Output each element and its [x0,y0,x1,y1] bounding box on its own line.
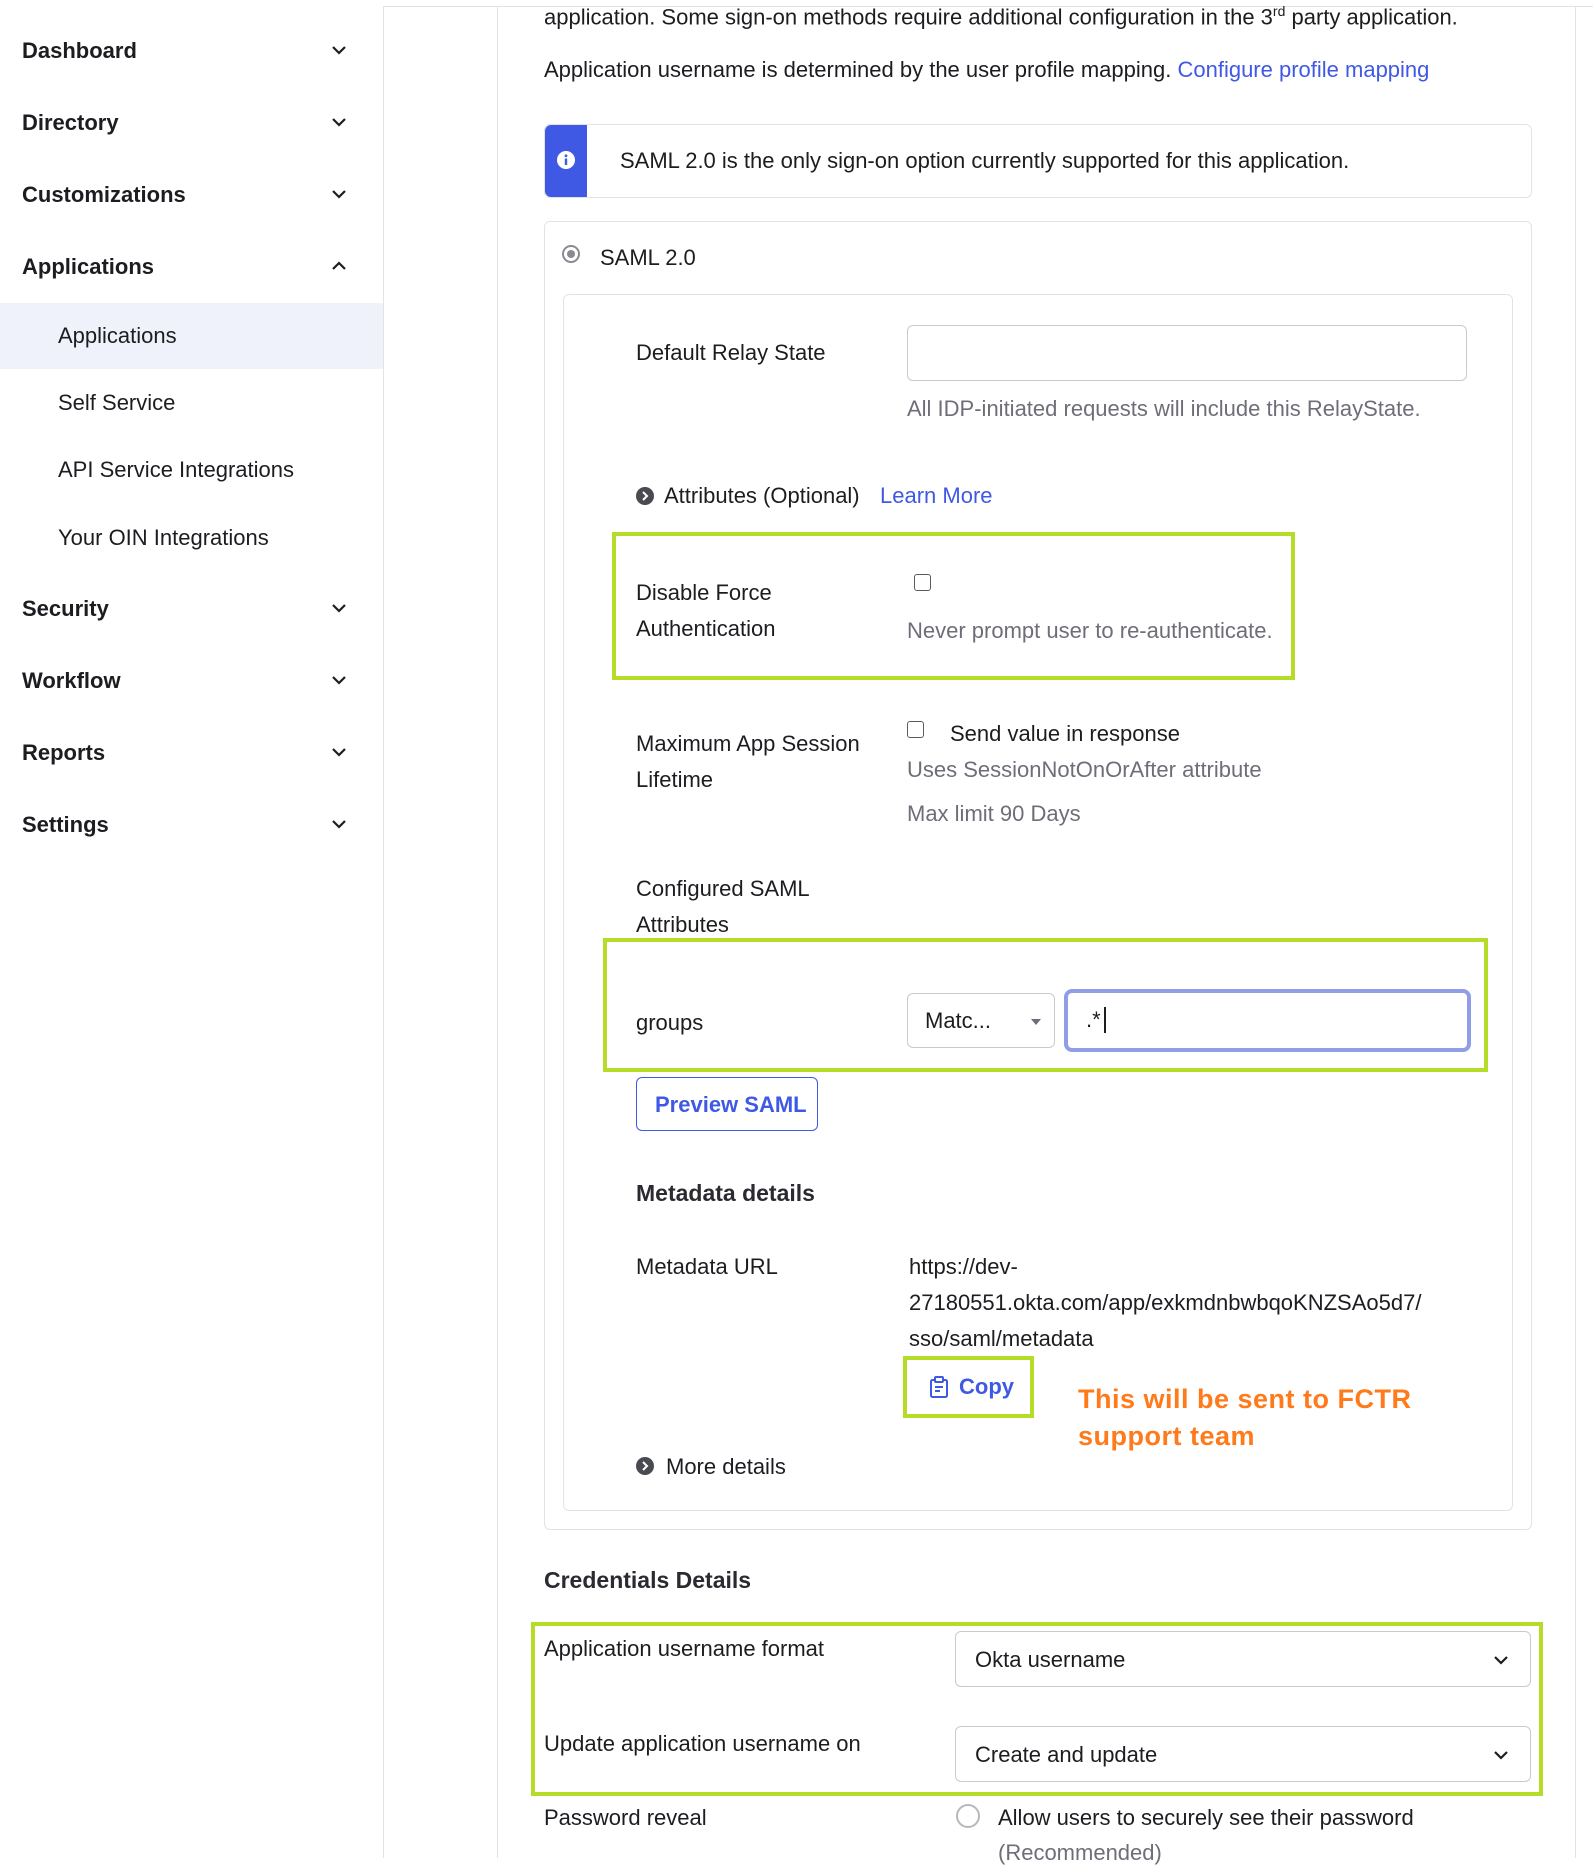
chevron-down-icon [1494,1751,1508,1760]
text-cursor [1104,1007,1106,1033]
info-banner: SAML 2.0 is the only sign-on option curr… [544,124,1532,198]
sidebar-item-dashboard[interactable]: Dashboard [0,22,383,78]
sidebar-item-settings[interactable]: Settings [0,796,383,852]
sidebar-subitem-label: Applications [58,323,177,348]
sidebar-subitem-applications[interactable]: Applications [0,303,383,369]
groups-attribute-label: groups [636,1010,704,1035]
max-limit-text: Max limit 90 Days [907,801,1081,826]
sidebar-item-workflow[interactable]: Workflow [0,652,383,708]
preview-saml-button[interactable]: Preview SAML [636,1077,818,1131]
groups-filter-input[interactable]: .* [1064,989,1471,1052]
info-banner-accent [545,125,587,197]
sidebar-item-label: Dashboard [22,38,137,63]
info-banner-text: SAML 2.0 is the only sign-on option curr… [620,148,1350,173]
sidebar-subitem-label: Self Service [58,390,176,415]
username-format-label: Application username format [544,1636,825,1661]
chevron-down-icon [332,604,346,613]
send-value-label: Send value in response [950,721,1180,746]
annotation-line2: support team [1078,1421,1256,1451]
chevron-down-icon [1494,1656,1508,1665]
info-icon [557,151,575,169]
sidebar: Dashboard Directory Customizations Appli… [0,6,384,1858]
sidebar-item-label: Applications [22,254,155,279]
annotation-line1: This will be sent to FCTR [1078,1384,1412,1414]
update-username-select[interactable]: Create and update [955,1726,1531,1782]
update-username-label: Update application username on [544,1731,861,1756]
chevron-down-icon [332,190,346,199]
groups-filter-select[interactable]: Matc... [907,993,1055,1048]
radio-dot [567,250,575,258]
metadata-url-line3: sso/saml/metadata [909,1326,1094,1351]
profile-mapping-text: Application username is determined by th… [544,57,1430,82]
metadata-url-line2: 27180551.okta.com/app/exkmdnbwbqoKNZSAo5… [909,1290,1422,1315]
username-format-value: Okta username [975,1647,1126,1672]
metadata-details-heading: Metadata details [636,1180,815,1206]
chevron-down-icon [332,676,346,685]
disable-force-label-line2: Authentication [636,616,776,641]
clipboard-icon [930,1376,948,1398]
update-username-value: Create and update [975,1742,1158,1767]
chevron-down-icon [332,118,346,127]
password-reveal-option-line1: Allow users to securely see their passwo… [998,1805,1414,1830]
sidebar-item-label: Workflow [22,668,121,693]
sidebar-item-directory[interactable]: Directory [0,94,383,150]
preview-saml-label: Preview SAML [655,1092,807,1117]
configured-saml-label-line1: Configured SAML [636,876,810,901]
configured-saml-label-line2: Attributes [636,912,729,937]
sidebar-subitem-api-service-integrations[interactable]: API Service Integrations [0,437,383,503]
highlight-box-force-auth [612,532,1295,680]
send-value-help: Uses SessionNotOnOrAfter attribute [907,757,1262,782]
copy-metadata-button[interactable]: Copy [924,1368,1024,1406]
disable-force-label-line1: Disable Force [636,580,772,605]
groups-filter-value: Matc... [925,1008,992,1033]
max-session-label-line2: Lifetime [636,767,714,792]
metadata-url-label: Metadata URL [636,1254,778,1279]
disable-force-checkbox[interactable] [914,574,931,591]
caret-down-icon [1031,1019,1041,1025]
sidebar-subitem-self-service[interactable]: Self Service [0,370,383,436]
groups-filter-input-value: .* [1086,1007,1101,1032]
max-session-label-line1: Maximum App Session [636,731,860,756]
credentials-heading: Credentials Details [544,1567,752,1593]
sidebar-item-label: Settings [22,812,109,837]
disable-force-help: Never prompt user to re-authenticate. [907,618,1273,643]
sidebar-subitem-oin-integrations[interactable]: Your OIN Integrations [0,505,383,571]
username-format-select[interactable]: Okta username [955,1631,1531,1687]
password-reveal-label: Password reveal [544,1805,707,1830]
sidebar-item-label: Directory [22,110,119,135]
sidebar-item-security[interactable]: Security [0,580,383,636]
content-left-border [497,6,498,1858]
configure-profile-mapping-link[interactable]: Configure profile mapping [1177,57,1429,82]
metadata-url-line1: https://dev- [909,1254,1018,1279]
more-details-label[interactable]: More details [666,1454,786,1480]
sidebar-item-reports[interactable]: Reports [0,724,383,780]
chevron-down-icon [332,748,346,757]
send-value-checkbox[interactable] [907,721,924,738]
expand-arrow-icon[interactable] [636,487,654,505]
sidebar-subitem-label: API Service Integrations [58,457,295,482]
sidebar-subitem-label: Your OIN Integrations [58,525,269,550]
sidebar-item-label: Security [22,596,109,621]
expand-arrow-icon[interactable] [636,1457,654,1475]
relay-state-help: All IDP-initiated requests will include … [907,396,1421,421]
password-reveal-checkbox[interactable] [956,1804,980,1828]
saml-radio-label: SAML 2.0 [600,245,696,270]
attributes-optional-label[interactable]: Attributes (Optional) [664,483,860,509]
password-reveal-option-line2: (Recommended) [998,1840,1162,1865]
chevron-down-icon [332,820,346,829]
learn-more-link[interactable]: Learn More [880,483,993,509]
chevron-up-icon [332,261,346,270]
copy-label: Copy [959,1374,1014,1399]
intro-text: application. Some sign-on methods requir… [544,3,1458,30]
sidebar-item-applications[interactable]: Applications [0,238,383,294]
relay-state-label: Default Relay State [636,340,826,365]
sidebar-item-customizations[interactable]: Customizations [0,166,383,222]
sidebar-item-label: Reports [22,740,106,765]
sidebar-item-label: Customizations [22,182,186,207]
relay-state-input[interactable] [907,325,1467,381]
chevron-down-icon [332,46,346,55]
content-right-border [1575,6,1576,1858]
saml-radio[interactable] [562,245,580,263]
